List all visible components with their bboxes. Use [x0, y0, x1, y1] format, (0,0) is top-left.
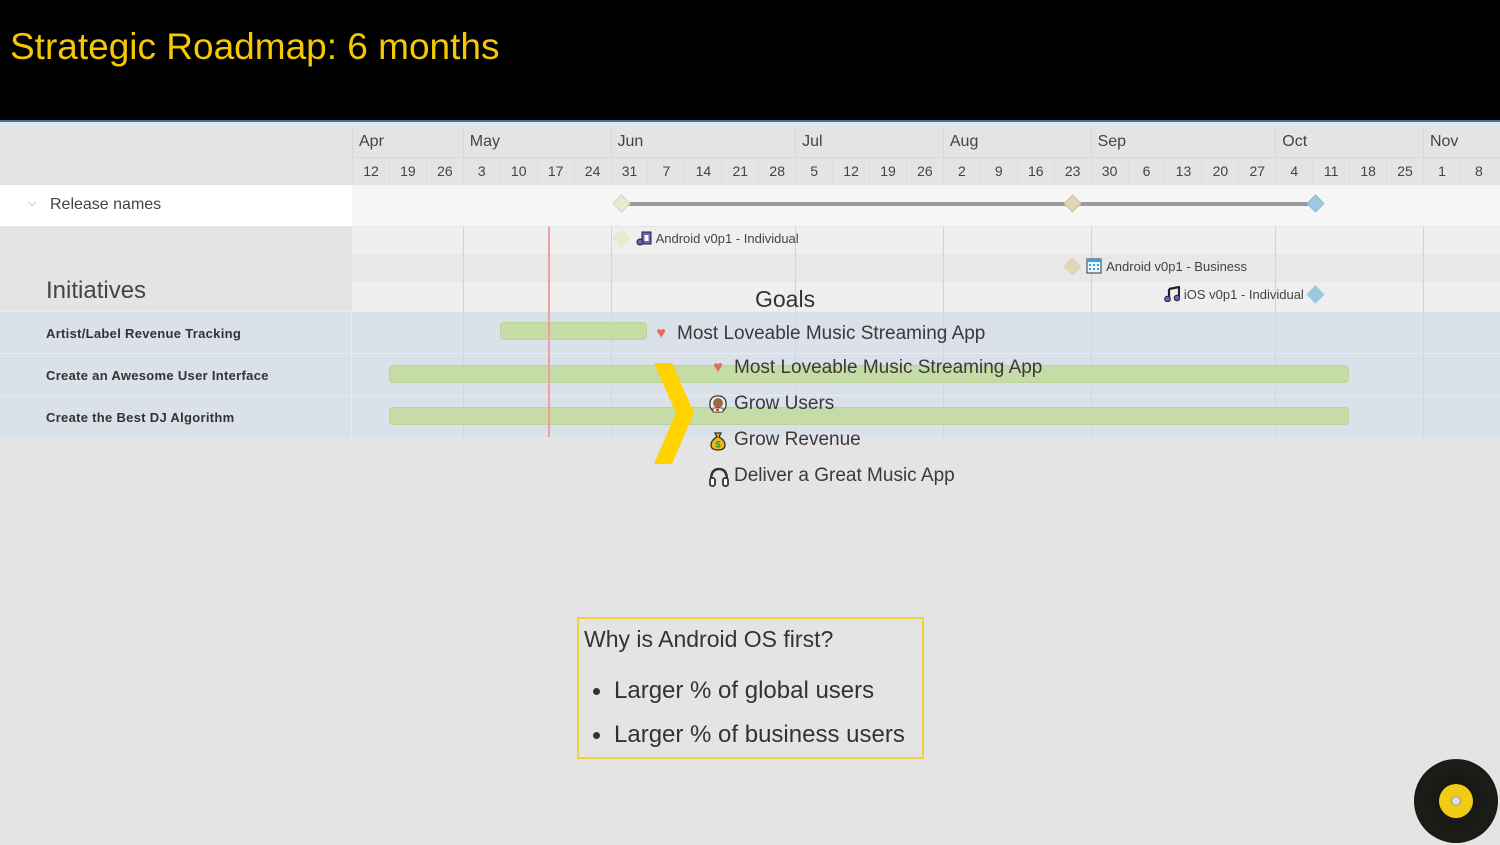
- week-tick-label: 6: [1127, 158, 1165, 185]
- month-label: Jun: [610, 128, 796, 157]
- initiative-bar[interactable]: [499, 322, 648, 340]
- vinyl-hole: [1451, 796, 1461, 806]
- month-gridline: [1422, 227, 1424, 437]
- heart-icon: ♥: [713, 359, 723, 376]
- week-tick-label: 20: [1201, 158, 1238, 185]
- milestone-label[interactable]: Android v0p1 - Individual: [636, 230, 799, 246]
- timeline-week-header: 12 19 26 3 10 17 24 31 7 14 21 28 5 12 19 26 2 9 16 23 30 6 13…: [352, 157, 1500, 185]
- week-tick-label: 19: [869, 158, 906, 185]
- milestone-label[interactable]: iOS v0p1 - Individual: [1164, 286, 1304, 302]
- week-tick-label: 26: [905, 158, 943, 185]
- initiative-goal: ♥ Most Loveable Music Streaming App: [651, 323, 985, 345]
- astronaut-icon: [708, 394, 728, 414]
- week-tick-label: 21: [721, 158, 758, 185]
- week-tick-label: 11: [1312, 158, 1349, 185]
- week-tick-label: 14: [684, 158, 721, 185]
- vinyl-label: [1439, 784, 1473, 818]
- release-group-label: Release names: [50, 196, 162, 213]
- milestone-label-text: Android v0p1 - Individual: [655, 230, 799, 246]
- week-tick-label: 25: [1386, 158, 1423, 185]
- milestone-label-text: iOS v0p1 - Individual: [1183, 286, 1304, 302]
- page-title: Strategic Roadmap: 6 months: [10, 26, 500, 67]
- heart-icon: ♥: [656, 325, 666, 342]
- week-tick-label: 12: [352, 158, 389, 185]
- week-tick-label: 17: [536, 158, 574, 185]
- milestone-lane-2: [352, 254, 1500, 282]
- month-label: Oct: [1275, 128, 1423, 157]
- pane-divider: [351, 311, 352, 437]
- week-tick-label: 19: [388, 158, 426, 185]
- week-tick-label: 26: [425, 158, 463, 185]
- callout-bullet: Larger % of business users: [593, 713, 905, 757]
- chevron-down-icon[interactable]: ⌵: [28, 197, 36, 210]
- week-tick-label: 18: [1349, 158, 1386, 185]
- week-tick-label: 28: [758, 158, 795, 185]
- android-first-callout: Why is Android OS first? Larger % of glo…: [577, 617, 924, 759]
- milestone-lane-1: [352, 227, 1500, 254]
- release-group-header[interactable]: ⌵ Release names: [0, 185, 352, 226]
- week-tick-label: 23: [1053, 158, 1091, 185]
- header-bar: Strategic Roadmap: 6 months: [0, 0, 1500, 122]
- today-marker: [547, 227, 550, 437]
- goal-label: Deliver a Great Music App: [734, 465, 955, 486]
- bullet-icon: [593, 731, 600, 739]
- milestone-label[interactable]: Android v0p1 - Business: [1086, 258, 1247, 274]
- month-label: May: [462, 128, 611, 157]
- initiative-name[interactable]: Create the Best DJ Algorithm: [46, 410, 235, 425]
- goal-item: Deliver a Great Music App: [708, 465, 955, 487]
- week-tick-label: 12: [832, 158, 869, 185]
- month-label: Aug: [942, 128, 1091, 157]
- building-icon: [1086, 258, 1102, 274]
- week-tick-label: 10: [499, 158, 537, 185]
- week-tick-label: 5: [795, 158, 832, 185]
- goal-item: ♥ Most Loveable Music Streaming App: [708, 357, 1042, 379]
- milestone-label-text: Android v0p1 - Business: [1106, 258, 1248, 274]
- callout-title: Why is Android OS first?: [584, 626, 834, 652]
- goal-label: Grow Users: [734, 393, 835, 414]
- headphones-icon: [708, 466, 729, 487]
- milestone-lane-3: [352, 282, 1500, 311]
- week-tick-label: 4: [1275, 158, 1312, 185]
- week-tick-label: 9: [979, 158, 1017, 185]
- week-tick-label: 13: [1164, 158, 1201, 185]
- week-tick-label: 8: [1459, 158, 1497, 185]
- month-label: Sep: [1090, 128, 1276, 157]
- initiatives-title: Initiatives: [46, 277, 147, 304]
- week-tick-label: 31: [610, 158, 648, 185]
- goals-title: Goals: [755, 286, 816, 312]
- vinyl-record-icon: [1414, 759, 1498, 843]
- goal-label: Grow Revenue: [734, 429, 861, 450]
- week-tick-label: 2: [942, 158, 980, 185]
- month-gridline: [462, 227, 464, 437]
- callout-bullet-list: Larger % of global users Larger % of bus…: [593, 669, 905, 757]
- week-tick-label: 7: [647, 158, 684, 185]
- week-tick-label: 30: [1090, 158, 1128, 185]
- month-label: Nov: [1422, 128, 1497, 157]
- month-gridline: [1275, 227, 1277, 437]
- month-label: Jul: [795, 128, 943, 157]
- week-tick-label: 3: [462, 158, 500, 185]
- goal-item: $ Grow Revenue: [708, 429, 861, 451]
- bullet-icon: [593, 687, 600, 695]
- svg-text:$: $: [715, 440, 720, 450]
- chevron-right-icon: [654, 363, 694, 464]
- month-label: Apr: [352, 128, 463, 157]
- timeline-month-header: Apr May Jun Jul Aug Sep Oct Nov: [352, 128, 1500, 157]
- header-divider: [0, 124, 1500, 127]
- music-note-icon: [1164, 286, 1180, 302]
- initiative-name[interactable]: Create an Awesome User Interface: [46, 368, 269, 383]
- release-timeline-line: [621, 202, 1316, 206]
- goal-item: Grow Users: [708, 393, 834, 415]
- goal-label: Most Loveable Music Streaming App: [734, 357, 1043, 378]
- money-bag-icon: $: [708, 430, 728, 451]
- initiative-bar[interactable]: [388, 407, 1350, 425]
- week-tick-label: 24: [573, 158, 611, 185]
- callout-bullet: Larger % of global users: [593, 669, 905, 713]
- week-tick-label: 1: [1422, 158, 1460, 185]
- initiative-goal-label: Most Loveable Music Streaming App: [677, 323, 986, 344]
- week-tick-label: 16: [1016, 158, 1054, 185]
- initiative-name[interactable]: Artist/Label Revenue Tracking: [46, 326, 241, 341]
- music-notes-icon: [636, 230, 652, 246]
- week-tick-label: 27: [1238, 158, 1275, 185]
